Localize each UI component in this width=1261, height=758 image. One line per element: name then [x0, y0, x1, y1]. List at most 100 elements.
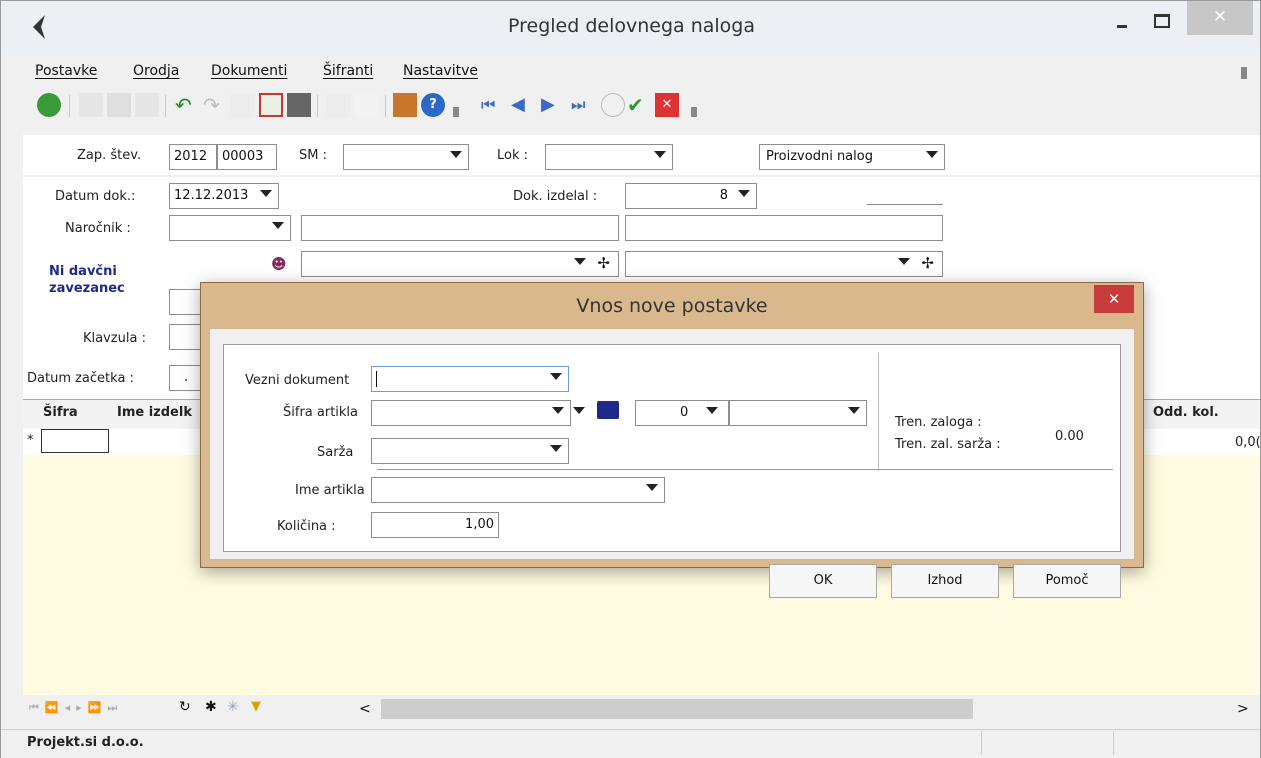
sifra-dropdown-icon[interactable]	[573, 407, 585, 414]
contact-select-1[interactable]: ✢	[301, 251, 619, 277]
ime-artikla-select[interactable]	[371, 477, 665, 503]
filter-icon[interactable]: ▼	[251, 699, 261, 714]
pomoc-button[interactable]: Pomoč	[1013, 564, 1121, 598]
kolicina-field[interactable]: 1,00	[371, 512, 499, 538]
contact-select-2[interactable]: ✢	[625, 251, 943, 277]
maximize-button[interactable]	[1147, 11, 1177, 43]
first-record-icon[interactable]: ⏮	[481, 93, 505, 117]
number-field[interactable]: 00003	[217, 144, 277, 170]
sarza-label: Sarža	[317, 445, 354, 460]
window-title: Pregled delovnega naloga	[508, 15, 755, 37]
kolicina-label: Količina :	[277, 519, 336, 534]
zap-label: Zap. štev.	[77, 148, 142, 163]
qty-select[interactable]: 0	[635, 400, 729, 426]
next-record-icon[interactable]: ▶	[541, 93, 565, 117]
izhod-button[interactable]: Izhod	[891, 564, 999, 598]
redo-icon[interactable]: ↷	[203, 93, 227, 117]
new-doc-icon[interactable]	[79, 93, 103, 117]
toolbar-separator	[317, 95, 318, 117]
vezni-label: Vezni dokument	[245, 373, 350, 388]
h-scrollbar-thumb[interactable]	[381, 699, 973, 719]
plus-icon[interactable]: ✢	[921, 254, 934, 272]
undo-icon[interactable]: ↶	[175, 93, 199, 117]
menu-sifranti[interactable]: Šifranti	[323, 63, 373, 79]
scroll-right-icon[interactable]: >	[1237, 701, 1249, 717]
vezni-select[interactable]	[371, 366, 569, 392]
toolbar-overflow-icon[interactable]	[453, 107, 459, 117]
exit-icon[interactable]	[393, 93, 417, 117]
narocnik-select[interactable]	[169, 215, 291, 241]
plus-icon[interactable]: ✢	[597, 254, 610, 272]
davcni-label: Ni davčni zavezanec	[49, 264, 125, 296]
last-record-icon[interactable]: ⏭	[571, 93, 595, 117]
izdelal-label: Dok. izdelal :	[513, 189, 598, 204]
toolbar: ↶ ↷ ? ⏮ ◀ ▶ ⏭ ✔ ✕	[1, 89, 1260, 123]
refresh-icon[interactable]	[37, 93, 61, 117]
ok-button[interactable]: OK	[769, 564, 877, 598]
navigator-refresh-icon[interactable]: ↻	[179, 699, 191, 715]
cancel-icon[interactable]: ✕	[655, 93, 679, 117]
navigator-buttons-icon[interactable]: ⏮⏪◂▸⏩⏭	[29, 701, 123, 715]
edit-icon[interactable]	[135, 93, 159, 117]
sifra-cell[interactable]	[41, 429, 109, 453]
col-odd-kol[interactable]: Odd. kol.	[1153, 405, 1219, 420]
sm-select[interactable]	[343, 144, 469, 170]
narocnik-address-field[interactable]	[625, 215, 943, 241]
col-ime[interactable]: Ime izdelk	[117, 405, 192, 420]
divider	[867, 204, 943, 205]
save-icon[interactable]	[107, 93, 131, 117]
print-icon[interactable]	[287, 93, 311, 117]
tren-zaloga-label: Tren. zaloga :	[895, 415, 982, 430]
unit-select[interactable]	[729, 400, 867, 426]
navigator-star2-icon[interactable]: ✳	[227, 699, 239, 715]
dialog-close-button[interactable]: ✕	[1094, 285, 1134, 313]
dialog-window: Vnos nove postavke ✕ Vezni dokument Šifr…	[200, 282, 1144, 598]
prev-record-icon[interactable]: ◀	[511, 93, 535, 117]
toolbar-separator	[165, 95, 166, 117]
datum-field[interactable]: 12.12.2013	[169, 183, 279, 209]
menu-orodja[interactable]: Orodja	[133, 63, 179, 79]
zacetek-label: Datum začetka :	[27, 371, 134, 386]
add-record-icon[interactable]	[601, 93, 625, 117]
doc-type-select[interactable]: Proizvodni nalog	[759, 144, 945, 170]
contact-person-icon[interactable]: ☻	[271, 255, 287, 273]
menu-dokumenti[interactable]: Dokumenti	[211, 63, 287, 79]
calendar-icon[interactable]	[259, 93, 283, 117]
lock-icon[interactable]	[231, 93, 255, 117]
book-icon[interactable]	[597, 401, 619, 419]
navigator-star-icon[interactable]: ✱	[205, 699, 217, 715]
lok-label: Lok :	[497, 148, 529, 163]
scroll-left-icon[interactable]: <	[359, 701, 371, 717]
title-bar: Pregled delovnega naloga ✕	[1, 1, 1260, 53]
paste-icon[interactable]	[355, 93, 379, 117]
tren-sarza-label: Tren. zal. sarža :	[895, 437, 1001, 452]
narocnik-name-field[interactable]	[301, 215, 619, 241]
close-icon: ✕	[1107, 290, 1121, 308]
year-field[interactable]: 2012	[169, 144, 217, 170]
dialog-hdivider	[377, 469, 1113, 470]
menu-postavke[interactable]: Postavke	[35, 63, 97, 79]
dialog-vdivider	[878, 353, 879, 471]
sm-label: SM :	[299, 148, 327, 163]
toolbar-separator	[385, 95, 386, 117]
menu-overflow-icon[interactable]	[1241, 67, 1247, 79]
odd-kol-cell: 0,0(	[1235, 435, 1261, 450]
izdelal-select[interactable]: 8	[625, 183, 757, 209]
close-button[interactable]: ✕	[1187, 1, 1253, 35]
dialog-titlebar: Vnos nove postavke ✕	[201, 283, 1143, 333]
confirm-icon[interactable]: ✔	[627, 93, 651, 117]
sifra-artikla-label: Šifra artikla	[283, 405, 359, 420]
lok-select[interactable]	[545, 144, 673, 170]
minimize-button[interactable]	[1109, 11, 1139, 43]
help-icon[interactable]: ?	[421, 93, 445, 117]
tren-value: 0.00	[1055, 429, 1084, 444]
maximize-icon	[1154, 14, 1170, 28]
minimize-icon	[1117, 25, 1127, 28]
copy-icon[interactable]	[327, 93, 351, 117]
status-divider	[1113, 731, 1114, 755]
sarza-select[interactable]	[371, 438, 569, 464]
col-sifra[interactable]: Šifra	[43, 405, 78, 420]
menu-nastavitve[interactable]: Nastavitve	[403, 63, 478, 79]
toolbar-overflow-icon-2[interactable]	[691, 107, 697, 117]
sifra-artikla-select[interactable]	[371, 400, 571, 426]
